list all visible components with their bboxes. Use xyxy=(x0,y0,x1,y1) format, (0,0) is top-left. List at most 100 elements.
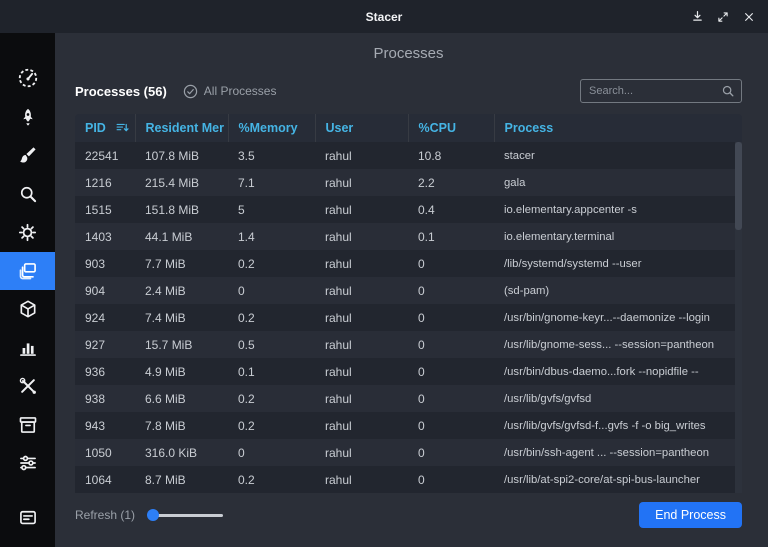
column-header-resident-memory[interactable]: Resident Mer xyxy=(135,114,228,142)
process-cell: 903 xyxy=(75,250,135,277)
process-cell: 1403 xyxy=(75,223,135,250)
process-row[interactable]: 1515151.8 MiB5rahul0.4io.elementary.appc… xyxy=(75,196,742,223)
tools-icon xyxy=(18,376,38,396)
all-processes-label: All Processes xyxy=(204,84,277,98)
sidebar-item-processes[interactable] xyxy=(0,252,55,291)
process-cell: 0.2 xyxy=(228,466,315,493)
process-cell: 7.7 MiB xyxy=(135,250,228,277)
sidebar-item-uninstaller[interactable] xyxy=(0,290,55,329)
process-cell: io.elementary.terminal xyxy=(494,223,742,250)
process-cell: 2.2 xyxy=(408,169,494,196)
process-cell: 7.4 MiB xyxy=(135,304,228,331)
process-cell: 7.1 xyxy=(228,169,315,196)
main-content: Processes Processes (56) All Processes xyxy=(55,33,768,547)
table-scrollbar[interactable] xyxy=(735,142,742,493)
search-icon xyxy=(721,84,735,98)
process-cell: rahul xyxy=(315,439,408,466)
process-cell: 3.5 xyxy=(228,142,315,169)
process-cell: 0.2 xyxy=(228,412,315,439)
sidebar-item-startup-apps[interactable] xyxy=(0,98,55,137)
refresh-interval-slider[interactable] xyxy=(147,508,223,522)
column-header-cpu-percent[interactable]: %CPU xyxy=(408,114,494,142)
search-input[interactable] xyxy=(581,80,741,102)
process-cell: 7.8 MiB xyxy=(135,412,228,439)
process-cell: /usr/lib/gvfs/gvfsd xyxy=(494,385,742,412)
process-cell: 0.4 xyxy=(408,196,494,223)
process-row[interactable]: 10648.7 MiB0.2rahul0/usr/lib/at-spi2-cor… xyxy=(75,466,742,493)
search-box xyxy=(580,79,742,103)
process-cell: 316.0 KiB xyxy=(135,439,228,466)
process-cell: 15.7 MiB xyxy=(135,331,228,358)
titlebar[interactable]: Stacer xyxy=(0,0,768,33)
archive-box-icon xyxy=(18,415,38,435)
process-cell: 1216 xyxy=(75,169,135,196)
process-cell: 0 xyxy=(408,385,494,412)
process-cell: 0 xyxy=(228,277,315,304)
process-cell: 1050 xyxy=(75,439,135,466)
sidebar-item-services[interactable] xyxy=(0,213,55,252)
process-row[interactable]: 9042.4 MiB0rahul0(sd-pam) xyxy=(75,277,742,304)
column-header-pid-label: PID xyxy=(85,121,106,135)
process-cell: 1.4 xyxy=(228,223,315,250)
process-cell: 151.8 MiB xyxy=(135,196,228,223)
process-row[interactable]: 9386.6 MiB0.2rahul0/usr/lib/gvfs/gvfsd xyxy=(75,385,742,412)
process-cell: rahul xyxy=(315,358,408,385)
sidebar-item-search[interactable] xyxy=(0,175,55,214)
magnifier-icon xyxy=(18,184,38,204)
message-icon xyxy=(18,508,38,528)
process-row[interactable]: 9247.4 MiB0.2rahul0/usr/bin/gnome-keyr..… xyxy=(75,304,742,331)
process-row[interactable]: 22541107.8 MiB3.5rahul10.8stacer xyxy=(75,142,742,169)
column-header-process[interactable]: Process xyxy=(494,114,742,142)
process-row[interactable]: 140344.1 MiB1.4rahul0.1io.elementary.ter… xyxy=(75,223,742,250)
process-cell: rahul xyxy=(315,277,408,304)
sidebar xyxy=(0,33,55,547)
sidebar-item-settings[interactable] xyxy=(0,444,55,483)
end-process-button[interactable]: End Process xyxy=(639,502,742,528)
process-row[interactable]: 9364.9 MiB0.1rahul0/usr/bin/dbus-daemo..… xyxy=(75,358,742,385)
sidebar-item-helpers[interactable] xyxy=(0,367,55,406)
download-updates-button[interactable] xyxy=(686,6,708,28)
check-circle-icon xyxy=(183,84,198,99)
process-cell: 943 xyxy=(75,412,135,439)
process-table: PID Resident Mer %Memory User %CPU Proce… xyxy=(75,114,742,493)
sidebar-item-resources[interactable] xyxy=(0,329,55,368)
process-row[interactable]: 1050316.0 KiB0rahul0/usr/bin/ssh-agent .… xyxy=(75,439,742,466)
process-cell: 927 xyxy=(75,331,135,358)
all-processes-toggle[interactable]: All Processes xyxy=(183,84,277,99)
process-cell: 10.8 xyxy=(408,142,494,169)
slider-track[interactable] xyxy=(151,514,223,517)
refresh-label: Refresh (1) xyxy=(75,508,135,522)
sidebar-item-system-cleaner[interactable] xyxy=(0,136,55,175)
process-cell: 5 xyxy=(228,196,315,223)
sidebar-item-feedback[interactable] xyxy=(0,499,55,538)
process-cell: /usr/lib/gvfs/gvfsd-f...gvfs -f -o big_w… xyxy=(494,412,742,439)
process-cell: rahul xyxy=(315,223,408,250)
process-cell: 0.1 xyxy=(408,223,494,250)
sidebar-item-dashboard[interactable] xyxy=(0,59,55,98)
column-header-user[interactable]: User xyxy=(315,114,408,142)
column-header-memory-percent[interactable]: %Memory xyxy=(228,114,315,142)
process-cell: 22541 xyxy=(75,142,135,169)
close-button[interactable] xyxy=(738,6,760,28)
column-header-pid[interactable]: PID xyxy=(75,114,135,142)
processes-count-label: Processes (56) xyxy=(75,84,167,99)
slider-handle[interactable] xyxy=(147,509,159,521)
process-cell: 938 xyxy=(75,385,135,412)
process-row[interactable]: 92715.7 MiB0.5rahul0/usr/lib/gnome-sess.… xyxy=(75,331,742,358)
sidebar-item-apt-repositories[interactable] xyxy=(0,406,55,445)
process-cell: rahul xyxy=(315,169,408,196)
process-row[interactable]: 1216215.4 MiB7.1rahul2.2gala xyxy=(75,169,742,196)
process-cell: 0 xyxy=(408,277,494,304)
process-cell: 0.5 xyxy=(228,331,315,358)
maximize-button[interactable] xyxy=(712,6,734,28)
process-cell: 0 xyxy=(408,304,494,331)
process-row[interactable]: 9037.7 MiB0.2rahul0/lib/systemd/systemd … xyxy=(75,250,742,277)
process-cell: gala xyxy=(494,169,742,196)
process-cell: 8.7 MiB xyxy=(135,466,228,493)
process-cell: 2.4 MiB xyxy=(135,277,228,304)
scrollbar-thumb[interactable] xyxy=(735,142,742,230)
stacer-window: Stacer xyxy=(0,0,768,547)
process-cell: 0 xyxy=(228,439,315,466)
process-row[interactable]: 9437.8 MiB0.2rahul0/usr/lib/gvfs/gvfsd-f… xyxy=(75,412,742,439)
chart-icon xyxy=(18,338,38,358)
